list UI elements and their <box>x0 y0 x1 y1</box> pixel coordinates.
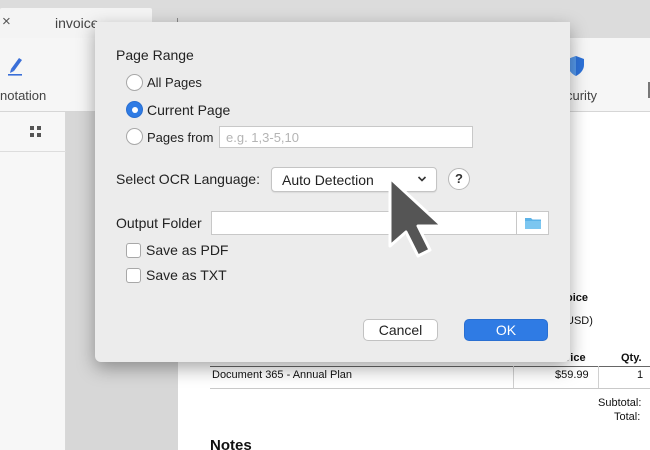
radio-pages-from[interactable] <box>126 128 143 145</box>
save-pdf-label[interactable]: Save as PDF <box>146 242 228 258</box>
subtotal-label: Subtotal: <box>598 397 642 409</box>
pages-from-label[interactable]: Pages from <box>147 130 213 145</box>
arrow-cursor-icon <box>388 176 444 258</box>
page-range-title: Page Range <box>116 47 194 63</box>
currency-fragment: USD) <box>566 315 593 327</box>
radio-current-page[interactable] <box>126 101 143 118</box>
toolbar-security-label[interactable]: curity <box>566 88 597 103</box>
table-col-divider <box>598 366 599 388</box>
notes-heading: Notes <box>210 437 252 450</box>
table-cell-qty: 1 <box>637 369 644 381</box>
current-page-label[interactable]: Current Page <box>147 102 230 118</box>
save-pdf-checkbox[interactable] <box>126 243 141 258</box>
close-icon[interactable]: × <box>2 13 11 30</box>
browse-folder-button[interactable] <box>516 212 548 234</box>
cancel-button[interactable]: Cancel <box>363 319 438 341</box>
table-cell-price: $59.99 <box>555 369 589 381</box>
radio-all-pages[interactable] <box>126 74 143 91</box>
save-txt-checkbox[interactable] <box>126 268 141 283</box>
folder-icon <box>525 218 541 229</box>
output-folder-field[interactable] <box>211 211 549 235</box>
column-qty: Qty. <box>621 352 642 364</box>
table-row-rule <box>210 388 650 389</box>
ocr-dialog <box>95 22 570 362</box>
toolbar-annotation-label[interactable]: notation <box>0 88 46 103</box>
save-txt-label[interactable]: Save as TXT <box>146 267 227 283</box>
ok-button[interactable]: OK <box>464 319 548 341</box>
all-pages-label[interactable]: All Pages <box>147 75 202 90</box>
ocr-language-value: Auto Detection <box>282 172 374 188</box>
sidebar-header <box>0 112 66 152</box>
table-header-rule <box>210 366 650 367</box>
output-folder-label: Output Folder <box>116 215 202 231</box>
table-cell-item: Document 365 - Annual Plan <box>212 369 353 381</box>
pen-icon[interactable] <box>6 54 26 76</box>
table-col-divider <box>513 366 514 388</box>
sidebar <box>0 112 66 450</box>
ocr-language-label: Select OCR Language: <box>116 171 260 187</box>
tab-title: invoice <box>55 15 99 31</box>
total-label: Total: <box>614 411 641 423</box>
grid-icon[interactable] <box>30 126 42 138</box>
pages-from-input[interactable] <box>219 126 473 148</box>
